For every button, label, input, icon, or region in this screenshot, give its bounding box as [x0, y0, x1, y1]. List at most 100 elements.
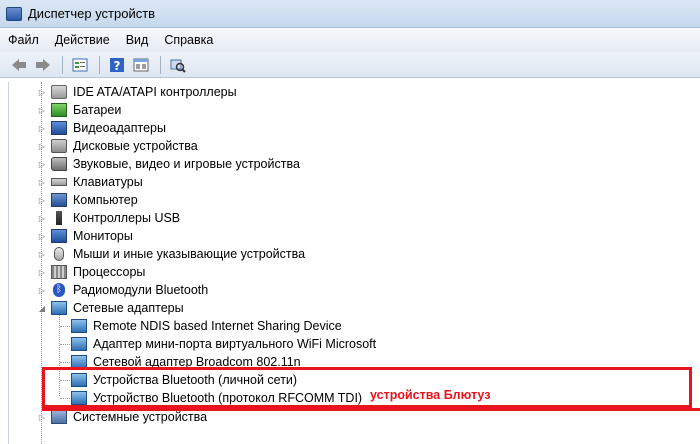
- tree-item-mice[interactable]: ▷ Мыши и иные указывающие устройства: [37, 245, 305, 263]
- tree-item-display-adapters[interactable]: ▷ Видеоадаптеры: [37, 119, 166, 137]
- menu-file[interactable]: Файл: [8, 33, 39, 47]
- network-adapter-icon: [71, 337, 87, 351]
- help-button[interactable]: ?: [106, 55, 128, 75]
- tree-item-label: Компьютер: [73, 193, 138, 207]
- expand-arrow-icon[interactable]: ▷: [37, 178, 47, 187]
- tree-item-label: Устройство Bluetooth (протокол RFCOMM TD…: [93, 391, 363, 405]
- tree-line: [60, 326, 70, 327]
- menu-bar: Файл Действие Вид Справка: [0, 28, 700, 52]
- tree-item-sound-devices[interactable]: ▷ Звуковые, видео и игровые устройства: [37, 155, 300, 173]
- device-manager-icon: [6, 6, 22, 21]
- help-icon: ?: [110, 57, 124, 73]
- tree-item-label: Видеоадаптеры: [73, 121, 166, 135]
- battery-icon: [51, 103, 67, 117]
- menu-view[interactable]: Вид: [126, 33, 149, 47]
- tree-item-computer[interactable]: ▷ Компьютер: [37, 191, 138, 209]
- tree-item-bluetooth-radios[interactable]: ▷ ᛒ Радиомодули Bluetooth: [37, 281, 208, 299]
- scan-hardware-button[interactable]: [167, 55, 189, 75]
- tree-item-label: Клавиатуры: [73, 175, 143, 189]
- tree-item-label: IDE ATA/ATAPI контроллеры: [73, 85, 237, 99]
- network-adapter-icon: [71, 373, 87, 387]
- expand-arrow-icon[interactable]: ▷: [37, 142, 47, 151]
- device-tree: ▷ IDE ATA/ATAPI контроллеры ▷ Батареи ▷ …: [8, 82, 700, 444]
- svg-text:?: ?: [114, 59, 121, 73]
- expand-arrow-icon[interactable]: ▷: [37, 250, 47, 259]
- tree-item-label: Remote NDIS based Internet Sharing Devic…: [93, 319, 342, 333]
- expand-arrow-icon[interactable]: ▷: [37, 413, 47, 422]
- tree-item-batteries[interactable]: ▷ Батареи: [37, 101, 121, 119]
- tree-item-network-adapters[interactable]: ◢ Сетевые адаптеры: [37, 299, 184, 317]
- collapse-arrow-icon[interactable]: ◢: [37, 304, 47, 313]
- tree-item-keyboards[interactable]: ▷ Клавиатуры: [37, 173, 143, 191]
- tree-line: [60, 380, 70, 381]
- keyboard-icon: [51, 178, 67, 186]
- tree-line: [60, 362, 70, 363]
- view-button[interactable]: [130, 55, 152, 75]
- cpu-icon: [51, 265, 67, 279]
- menu-action[interactable]: Действие: [55, 33, 110, 47]
- usb-icon: [56, 211, 62, 225]
- network-adapter-icon: [51, 301, 67, 315]
- tree-item-label: Сетевые адаптеры: [73, 301, 184, 315]
- tree-item-bluetooth-rfcomm[interactable]: Устройство Bluetooth (протокол RFCOMM TD…: [71, 389, 362, 407]
- tree-item-label: Адаптер мини-порта виртуального WiFi Mic…: [93, 337, 377, 351]
- network-adapter-icon: [71, 391, 87, 405]
- highlight-underline: [42, 408, 700, 411]
- speaker-icon: [51, 157, 67, 171]
- tree-line: [60, 398, 70, 399]
- tree-item-bluetooth-pan[interactable]: Устройства Bluetooth (личной сети): [71, 371, 297, 389]
- tree-item-label: Радиомодули Bluetooth: [73, 283, 209, 297]
- toolbar-separator: [99, 55, 100, 74]
- toolbar-separator: [160, 55, 161, 74]
- tree-item-label: Батареи: [73, 103, 122, 117]
- monitor-icon: [51, 229, 67, 243]
- tree-item-monitors[interactable]: ▷ Мониторы: [37, 227, 133, 245]
- tree-item-processors[interactable]: ▷ Процессоры: [37, 263, 145, 281]
- forward-icon: [36, 58, 50, 71]
- expand-arrow-icon[interactable]: ▷: [37, 124, 47, 133]
- tree-line: [60, 344, 70, 345]
- network-adapter-icon: [71, 319, 87, 333]
- disk-icon: [51, 139, 67, 153]
- tree-item-remote-ndis[interactable]: Remote NDIS based Internet Sharing Devic…: [71, 317, 342, 335]
- mouse-icon: [54, 247, 64, 261]
- tree-item-label: Сетевой адаптер Broadcom 802.11n: [93, 355, 301, 369]
- forward-button[interactable]: [32, 55, 54, 75]
- tree-item-label: Процессоры: [73, 265, 146, 279]
- expand-arrow-icon[interactable]: ▷: [37, 196, 47, 205]
- toolbar: ?: [0, 52, 700, 78]
- expand-arrow-icon[interactable]: ▷: [37, 232, 47, 241]
- system-devices-icon: [51, 410, 67, 424]
- expand-arrow-icon[interactable]: ▷: [37, 106, 47, 115]
- expand-arrow-icon[interactable]: ▷: [37, 160, 47, 169]
- tree-item-label: Дисковые устройства: [73, 139, 198, 153]
- properties-icon: [72, 58, 88, 71]
- tree-item-usb-controllers[interactable]: ▷ Контроллеры USB: [37, 209, 180, 227]
- annotation-label: устройства Блютуз: [370, 388, 491, 402]
- tree-item-label: Устройства Bluetooth (личной сети): [93, 373, 298, 387]
- computer-icon: [51, 193, 67, 207]
- tree-item-broadcom-adapter[interactable]: Сетевой адаптер Broadcom 802.11n: [71, 353, 301, 371]
- network-adapter-icon: [71, 355, 87, 369]
- tree-item-disk-drives[interactable]: ▷ Дисковые устройства: [37, 137, 198, 155]
- expand-arrow-icon[interactable]: ▷: [37, 268, 47, 277]
- tree-item-ide-controllers[interactable]: ▷ IDE ATA/ATAPI контроллеры: [37, 83, 237, 101]
- expand-arrow-icon[interactable]: ▷: [37, 214, 47, 223]
- tree-item-label: Звуковые, видео и игровые устройства: [73, 157, 300, 171]
- tree-item-label: Системные устройства: [73, 410, 208, 424]
- tree-item-label: Мониторы: [73, 229, 133, 243]
- view-icon: [133, 58, 149, 71]
- properties-button[interactable]: [69, 55, 91, 75]
- expand-arrow-icon[interactable]: ▷: [37, 88, 47, 97]
- toolbar-separator: [62, 55, 63, 74]
- scan-hardware-icon: [170, 59, 186, 73]
- bluetooth-icon: ᛒ: [53, 283, 65, 297]
- display-adapter-icon: [51, 121, 67, 135]
- window-title: Диспетчер устройств: [28, 6, 156, 21]
- expand-arrow-icon[interactable]: ▷: [37, 286, 47, 295]
- back-button[interactable]: [8, 55, 30, 75]
- tree-item-label: Контроллеры USB: [73, 211, 181, 225]
- tree-item-virtual-wifi-miniport[interactable]: Адаптер мини-порта виртуального WiFi Mic…: [71, 335, 376, 353]
- drive-icon: [51, 85, 67, 99]
- menu-help[interactable]: Справка: [164, 33, 213, 47]
